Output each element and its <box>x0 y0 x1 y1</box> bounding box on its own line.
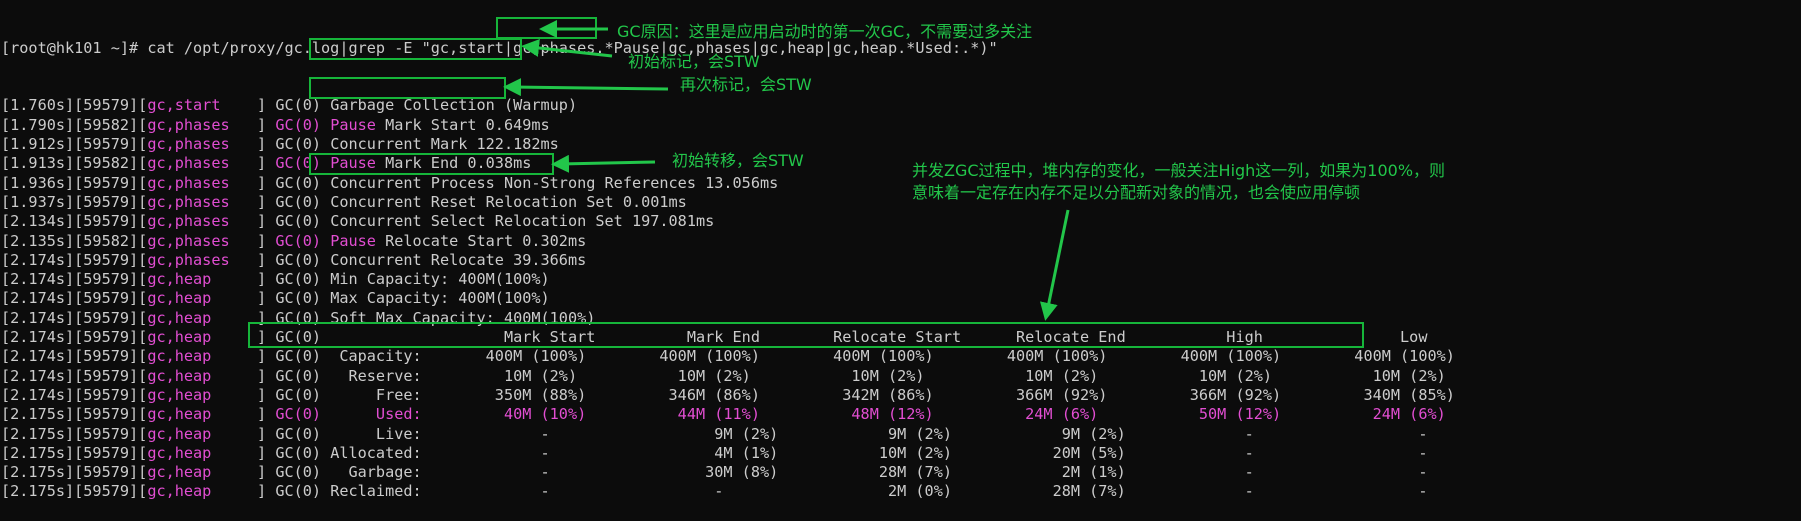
annotation-arrows <box>503 20 1070 321</box>
mark-end-arrow <box>503 78 669 97</box>
heap-annotation-line1: 并发ZGC过程中，堆内存的变化，一般关注High这一列，如果为100%，则 <box>912 161 1446 180</box>
heap-annotation-line2: 意味着一定存在内存不足以分配新对象的情况，也会使应用停顿 <box>912 183 1361 202</box>
mark-end-annotation: 再次标记，会STW <box>680 75 812 94</box>
relocate-start-annotation: 初始转移，会STW <box>672 151 804 170</box>
heap-arrow <box>1039 209 1070 321</box>
relocate-start-arrow <box>551 154 656 173</box>
mark-start-annotation: 初始标记，会STW <box>628 52 760 71</box>
mark-start-arrow <box>521 39 613 58</box>
warmup-annotation: GC原因：这里是应用启动时的第一次GC，不需要过多关注 <box>617 22 1033 41</box>
